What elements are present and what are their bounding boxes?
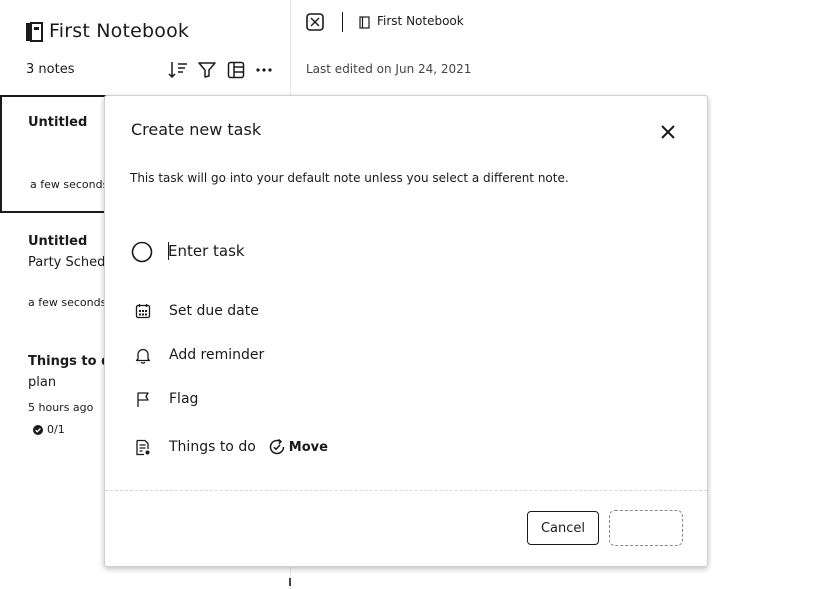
note-list-item[interactable]: Things to do plan 5 hours ago 0/1: [0, 345, 110, 455]
set-due-date-label: Set due date: [169, 303, 259, 319]
cancel-button[interactable]: Cancel: [527, 511, 599, 545]
view-options-icon[interactable]: [227, 61, 245, 79]
close-icon: [661, 125, 675, 139]
save-button[interactable]: [609, 510, 683, 546]
note-title: Untitled: [28, 234, 88, 249]
note-list-item[interactable]: Untitled a few seconds: [0, 95, 110, 213]
create-task-dialog: Create new task This task will go into y…: [104, 95, 708, 567]
notebook-icon: [25, 22, 43, 42]
breadcrumb-notebook[interactable]: First Notebook: [377, 14, 464, 28]
task-checkbox-icon[interactable]: [131, 241, 153, 263]
text-caret: [168, 242, 169, 260]
sort-icon[interactable]: [168, 61, 188, 79]
notebook-title: First Notebook: [49, 20, 190, 42]
note-preview: Party Schedu: [28, 255, 110, 270]
note-timestamp: 5 hours ago: [28, 401, 94, 414]
note-icon: [133, 437, 153, 457]
set-due-date-option[interactable]: Set due date: [133, 300, 259, 322]
filter-icon[interactable]: [198, 61, 216, 79]
flag-icon: [133, 389, 153, 409]
note-title: Things to do: [28, 354, 110, 369]
move-button[interactable]: Move: [268, 438, 328, 456]
task-progress: 0/1: [33, 423, 65, 436]
dialog-title: Create new task: [131, 120, 262, 139]
flag-label: Flag: [169, 391, 199, 407]
dialog-description: This task will go into your default note…: [130, 171, 569, 185]
header-separator: [342, 12, 343, 32]
more-options-icon[interactable]: [255, 64, 273, 74]
scrollbar-indicator: [289, 578, 291, 586]
note-timestamp: a few seconds: [30, 178, 109, 191]
bell-icon: [133, 345, 153, 365]
task-input[interactable]: [168, 240, 468, 262]
note-count: 3 notes: [26, 62, 75, 77]
add-reminder-option[interactable]: Add reminder: [133, 344, 264, 366]
task-note-name: Things to do: [169, 439, 256, 455]
task-entry-row: [131, 240, 531, 264]
flag-option[interactable]: Flag: [133, 388, 198, 410]
move-icon: [269, 438, 285, 455]
move-label: Move: [288, 439, 328, 455]
note-list-item[interactable]: Untitled Party Schedu a few seconds: [0, 225, 110, 325]
last-edited-text: Last edited on Jun 24, 2021: [306, 62, 472, 76]
check-circle-icon: [33, 424, 43, 435]
notebook-icon: [359, 16, 370, 29]
note-preview: plan: [28, 375, 57, 390]
note-title: Untitled: [28, 115, 88, 130]
task-note-option: Things to do Move: [133, 436, 328, 458]
dialog-footer-divider: [105, 490, 707, 491]
app-icon[interactable]: [306, 13, 324, 31]
task-progress-count: 0/1: [47, 423, 65, 436]
calendar-icon: [133, 301, 153, 321]
add-reminder-label: Add reminder: [169, 347, 265, 363]
note-timestamp: a few seconds: [28, 296, 107, 309]
close-button[interactable]: [657, 121, 679, 143]
